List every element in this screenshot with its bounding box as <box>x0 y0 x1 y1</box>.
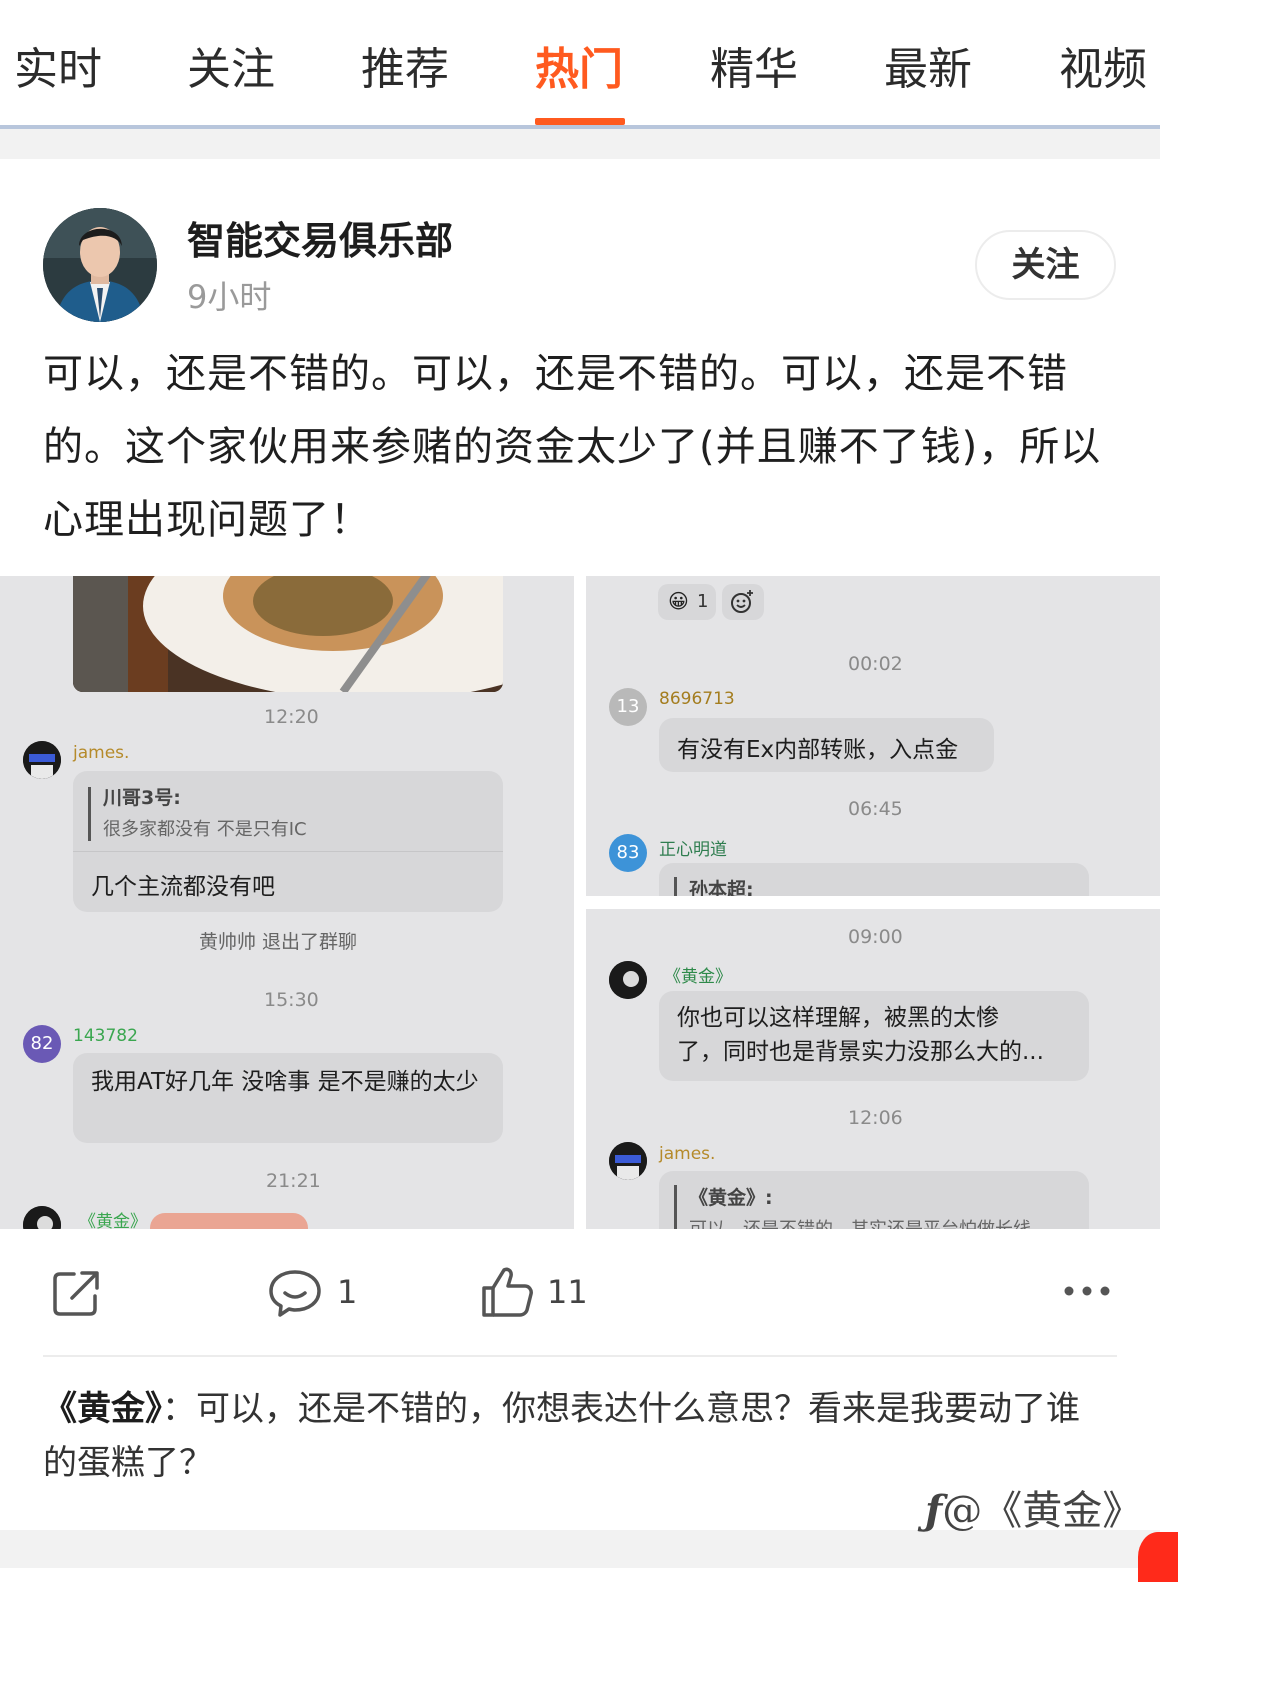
top-comment[interactable]: 《黄金》：可以，还是不错的，你想表达什么意思？看来是我要动了谁的蛋糕了？ <box>43 1382 1103 1490</box>
add-emoji-icon <box>731 590 753 613</box>
tab-video[interactable]: 视频 <box>1059 40 1147 100</box>
chat-avatar <box>609 1142 647 1180</box>
tab-hot[interactable]: 热门 <box>535 40 623 100</box>
chat-bubble: 你也可以这样理解，被黑的太惨 了，同时也是背景实力没那么大的... <box>659 991 1089 1081</box>
message-text-line: 了，同时也是背景实力没那么大的... <box>677 1039 1044 1065</box>
post-time: 9小时 <box>187 278 272 316</box>
floating-action-edge[interactable] <box>1138 1532 1178 1582</box>
timestamp: 12:20 <box>264 706 319 728</box>
watermark: ƒ@《黄金》 <box>925 1478 1142 1536</box>
follow-button[interactable]: 关注 <box>975 230 1116 300</box>
chat-sender-name: 143782 <box>73 1026 138 1046</box>
chat-sender-name: 正心明道 <box>659 840 727 860</box>
chat-sender-name: james. <box>73 743 130 763</box>
timestamp: 21:21 <box>266 1170 321 1192</box>
quote-bar <box>88 787 91 841</box>
system-notice: 黄帅帅 退出了群聊 <box>199 931 358 953</box>
quote-name: 川哥3号: <box>103 787 181 809</box>
chat-avatar <box>609 961 647 999</box>
timestamp: 06:45 <box>848 798 903 820</box>
more-dots-icon <box>1064 1286 1110 1296</box>
chat-sender-name: 《黄金》 <box>79 1212 147 1229</box>
section-gap <box>0 129 1160 159</box>
chat-sender-name: james. <box>659 1144 716 1164</box>
message-text: 有没有Ex内部转账，入点金 <box>677 737 959 763</box>
quote-divider <box>73 851 503 852</box>
chat-bubble: 我用AT好几年 没啥事 是不是赚的太少 <box>73 1053 503 1143</box>
quote-name: 孙本超: <box>689 879 754 896</box>
tab-following[interactable]: 关注 <box>187 40 275 100</box>
chat-avatar: 83 <box>609 834 647 872</box>
quote-bar <box>674 1185 677 1229</box>
tab-recommended[interactable]: 推荐 <box>361 40 449 100</box>
chat-avatar <box>23 1206 61 1229</box>
comment-button[interactable] <box>266 1262 324 1322</box>
chat-sender-name: 《黄金》 <box>664 967 732 987</box>
tab-featured[interactable]: 精华 <box>710 40 798 100</box>
comment-author[interactable]: 《黄金》 <box>43 1389 162 1429</box>
watermark-logo-icon: ƒ <box>925 1487 943 1534</box>
timestamp: 00:02 <box>848 653 903 675</box>
timestamp: 09:00 <box>848 926 903 948</box>
chat-bubble: 《黄金》: 可以，还是不错的，其实还是平台怕做长线 <box>659 1171 1089 1229</box>
chat-avatar: 82 <box>23 1025 61 1063</box>
comments-divider <box>43 1355 1117 1357</box>
chat-avatar: 13 <box>609 688 647 726</box>
comment-bubble-icon <box>269 1270 321 1317</box>
like-button[interactable] <box>478 1262 536 1322</box>
smile-emoji-icon: 😀 <box>668 589 689 613</box>
message-text: 几个主流都没有吧 <box>91 874 275 900</box>
more-options-button[interactable] <box>1062 1262 1112 1322</box>
message-text-line: 你也可以这样理解，被黑的太惨 <box>677 1005 999 1031</box>
reaction-count: 1 <box>697 591 709 612</box>
chat-bubble: 孙本超: <box>659 863 1089 896</box>
message-text: 我用AT好几年 没啥事 是不是赚的太少 <box>91 1069 479 1095</box>
thumbs-up-icon <box>482 1267 533 1317</box>
chat-sender-name: 8696713 <box>659 689 735 709</box>
timestamp: 15:30 <box>264 989 319 1011</box>
chat-bubble: 有没有Ex内部转账，入点金 <box>659 718 994 772</box>
timestamp: 12:06 <box>848 1107 903 1129</box>
like-count: 11 <box>547 1273 588 1311</box>
tab-realtime[interactable]: 实时 <box>14 40 102 100</box>
add-reaction-button <box>722 584 764 620</box>
post-body-text: 可以，还是不错的。可以，还是不错的。可以，还是不错的。这个家伙用来参赌的资金太少… <box>43 351 1102 543</box>
reaction-chip: 😀 1 <box>658 584 716 620</box>
share-button[interactable] <box>50 1262 104 1322</box>
quote-bar <box>674 877 677 896</box>
quote-text: 可以，还是不错的，其实还是平台怕做长线 <box>689 1215 1031 1229</box>
author-avatar[interactable] <box>43 208 157 322</box>
post-image-left[interactable]: 12:20 james. 川哥3号: 很多家都没有 不是只有IC 几个主流都没有… <box>0 576 574 1229</box>
quote-text: 很多家都没有 不是只有IC <box>103 819 307 840</box>
watermark-text: @《黄金》 <box>942 1488 1143 1534</box>
chat-avatar <box>23 741 61 779</box>
top-tab-bar: 实时 关注 推荐 热门 精华 最新 视频 <box>0 0 1160 129</box>
redaction-mark <box>150 1213 308 1229</box>
chat-bubble: 川哥3号: 很多家都没有 不是只有IC 几个主流都没有吧 <box>73 771 503 912</box>
comment-count: 1 <box>337 1273 358 1311</box>
tab-latest[interactable]: 最新 <box>884 40 972 100</box>
post-image-right-top[interactable]: 😀 1 00:02 13 8696713 有没有Ex内部转账，入点金 06:45… <box>586 576 1160 896</box>
post-image-right-bottom[interactable]: 09:00 《黄金》 你也可以这样理解，被黑的太惨 了，同时也是背景实力没那么大… <box>586 909 1160 1229</box>
share-icon <box>53 1271 99 1316</box>
quote-name: 《黄金》: <box>689 1187 773 1209</box>
food-photo <box>73 576 503 692</box>
active-tab-indicator <box>535 118 625 125</box>
author-name[interactable]: 智能交易俱乐部 <box>187 210 453 265</box>
comment-text: ：可以，还是不错的，你想表达什么意思？看来是我要动了谁的蛋糕了？ <box>43 1389 1080 1483</box>
